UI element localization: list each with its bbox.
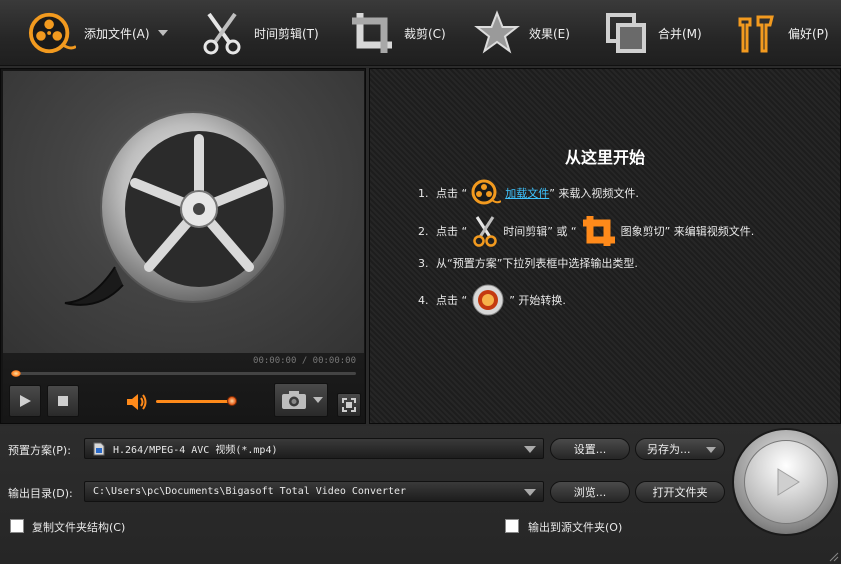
chevron-down-icon[interactable]	[157, 30, 168, 36]
merge-label: 合并(M)	[658, 26, 702, 41]
getting-started-panel: 从这里开始 1. 点击 “ 加载文件 ” 来载入视频文件. 2. 点击 “ 时间…	[369, 68, 841, 424]
seek-slider[interactable]	[11, 370, 356, 377]
film-reel-icon	[28, 9, 76, 57]
convert-button-face	[744, 440, 828, 524]
camera-icon	[282, 391, 306, 409]
tools-icon	[732, 9, 780, 57]
snapshot-button[interactable]	[274, 383, 328, 417]
preferences-label: 偏好(P)	[788, 26, 829, 41]
preset-value: H.264/MPEG-4 AVC 视频(*.mp4)	[113, 445, 278, 456]
player-controls: 00:00:00 / 00:00:00	[3, 353, 364, 423]
settings-button[interactable]: 设置...	[550, 438, 630, 460]
output-settings: 预置方案(P): H.264/MPEG-4 AVC 视频(*.mp4) 设置..…	[0, 426, 841, 564]
crop-icon	[581, 214, 617, 248]
merge-icon	[602, 9, 650, 57]
effect-button[interactable]: 效果(E)	[473, 0, 570, 66]
stop-icon	[58, 396, 68, 406]
toolbar: 添加文件(A) 时间剪辑(T) 裁剪(C) 效果(E) 合并(M) 偏好(P)	[0, 0, 841, 66]
output-dir-value: C:\Users\pc\Documents\Bigasoft Total Vid…	[93, 486, 407, 497]
crop-label: 裁剪(C)	[404, 26, 446, 41]
copy-structure-checkbox[interactable]	[10, 519, 24, 533]
fullscreen-icon	[342, 398, 356, 412]
chevron-down-icon[interactable]	[313, 397, 323, 403]
file-icon	[93, 442, 105, 455]
seek-handle[interactable]	[11, 370, 21, 377]
app-window: 添加文件(A) 时间剪辑(T) 裁剪(C) 效果(E) 合并(M) 偏好(P) …	[0, 0, 841, 564]
copy-structure-label: 复制文件夹结构(C)	[32, 521, 126, 534]
time-readout: 00:00:00 / 00:00:00	[253, 356, 356, 366]
resize-grip-icon[interactable]	[827, 550, 839, 562]
output-to-source-label: 输出到源文件夹(O)	[528, 521, 623, 534]
preferences-button[interactable]: 偏好(P)	[732, 0, 829, 66]
panel-title: 从这里开始	[564, 148, 645, 167]
fullscreen-button[interactable]	[337, 393, 361, 417]
step-4: 4. 点击 “ ” 开始转换.	[418, 283, 566, 317]
volume-slider[interactable]	[156, 400, 232, 403]
step-1: 1. 点击 “ 加载文件 ” 来载入视频文件.	[418, 179, 639, 207]
film-reel-logo-icon	[64, 111, 286, 306]
crop-button[interactable]: 裁剪(C)	[348, 0, 446, 66]
add-file-button[interactable]: 添加文件(A)	[28, 0, 168, 66]
volume-handle[interactable]	[227, 396, 237, 406]
preview-panel: 00:00:00 / 00:00:00	[0, 68, 366, 424]
step-3: 3. 从“预置方案”下拉列表框中选择输出类型.	[418, 256, 638, 271]
save-as-label: 另存为...	[647, 443, 691, 456]
stop-button[interactable]	[47, 385, 79, 417]
output-dir-select[interactable]: C:\Users\pc\Documents\Bigasoft Total Vid…	[84, 481, 544, 502]
scissors-icon	[471, 215, 499, 247]
chevron-down-icon[interactable]	[706, 447, 716, 453]
output-to-source-checkbox[interactable]	[505, 519, 519, 533]
effect-label: 效果(E)	[529, 26, 570, 41]
chevron-down-icon[interactable]	[524, 489, 536, 496]
step-2: 2. 点击 “ 时间剪辑” 或 “ 图象剪切” 来编辑视频文件.	[418, 214, 754, 248]
play-icon	[777, 468, 800, 496]
chevron-down-icon[interactable]	[524, 446, 536, 453]
trim-label: 时间剪辑(T)	[254, 26, 319, 41]
star-icon	[473, 9, 521, 57]
output-dir-label: 输出目录(D):	[8, 487, 73, 500]
load-file-link[interactable]: 加载文件	[505, 185, 549, 201]
add-file-label: 添加文件(A)	[84, 26, 150, 41]
merge-button[interactable]: 合并(M)	[602, 0, 702, 66]
save-as-button[interactable]: 另存为...	[635, 438, 725, 460]
preset-label: 预置方案(P):	[8, 444, 71, 457]
browse-button[interactable]: 浏览...	[550, 481, 630, 503]
crop-icon	[348, 9, 396, 57]
play-button[interactable]	[9, 385, 41, 417]
trim-button[interactable]: 时间剪辑(T)	[198, 0, 319, 66]
preset-select[interactable]: H.264/MPEG-4 AVC 视频(*.mp4)	[84, 438, 544, 459]
volume-icon[interactable]	[126, 393, 148, 411]
film-reel-icon	[471, 179, 502, 207]
open-folder-button[interactable]: 打开文件夹	[635, 481, 725, 503]
scissors-icon	[198, 9, 246, 57]
play-icon	[20, 395, 31, 407]
convert-icon	[471, 283, 505, 317]
preview-screen	[3, 71, 364, 353]
convert-button[interactable]	[732, 428, 840, 536]
